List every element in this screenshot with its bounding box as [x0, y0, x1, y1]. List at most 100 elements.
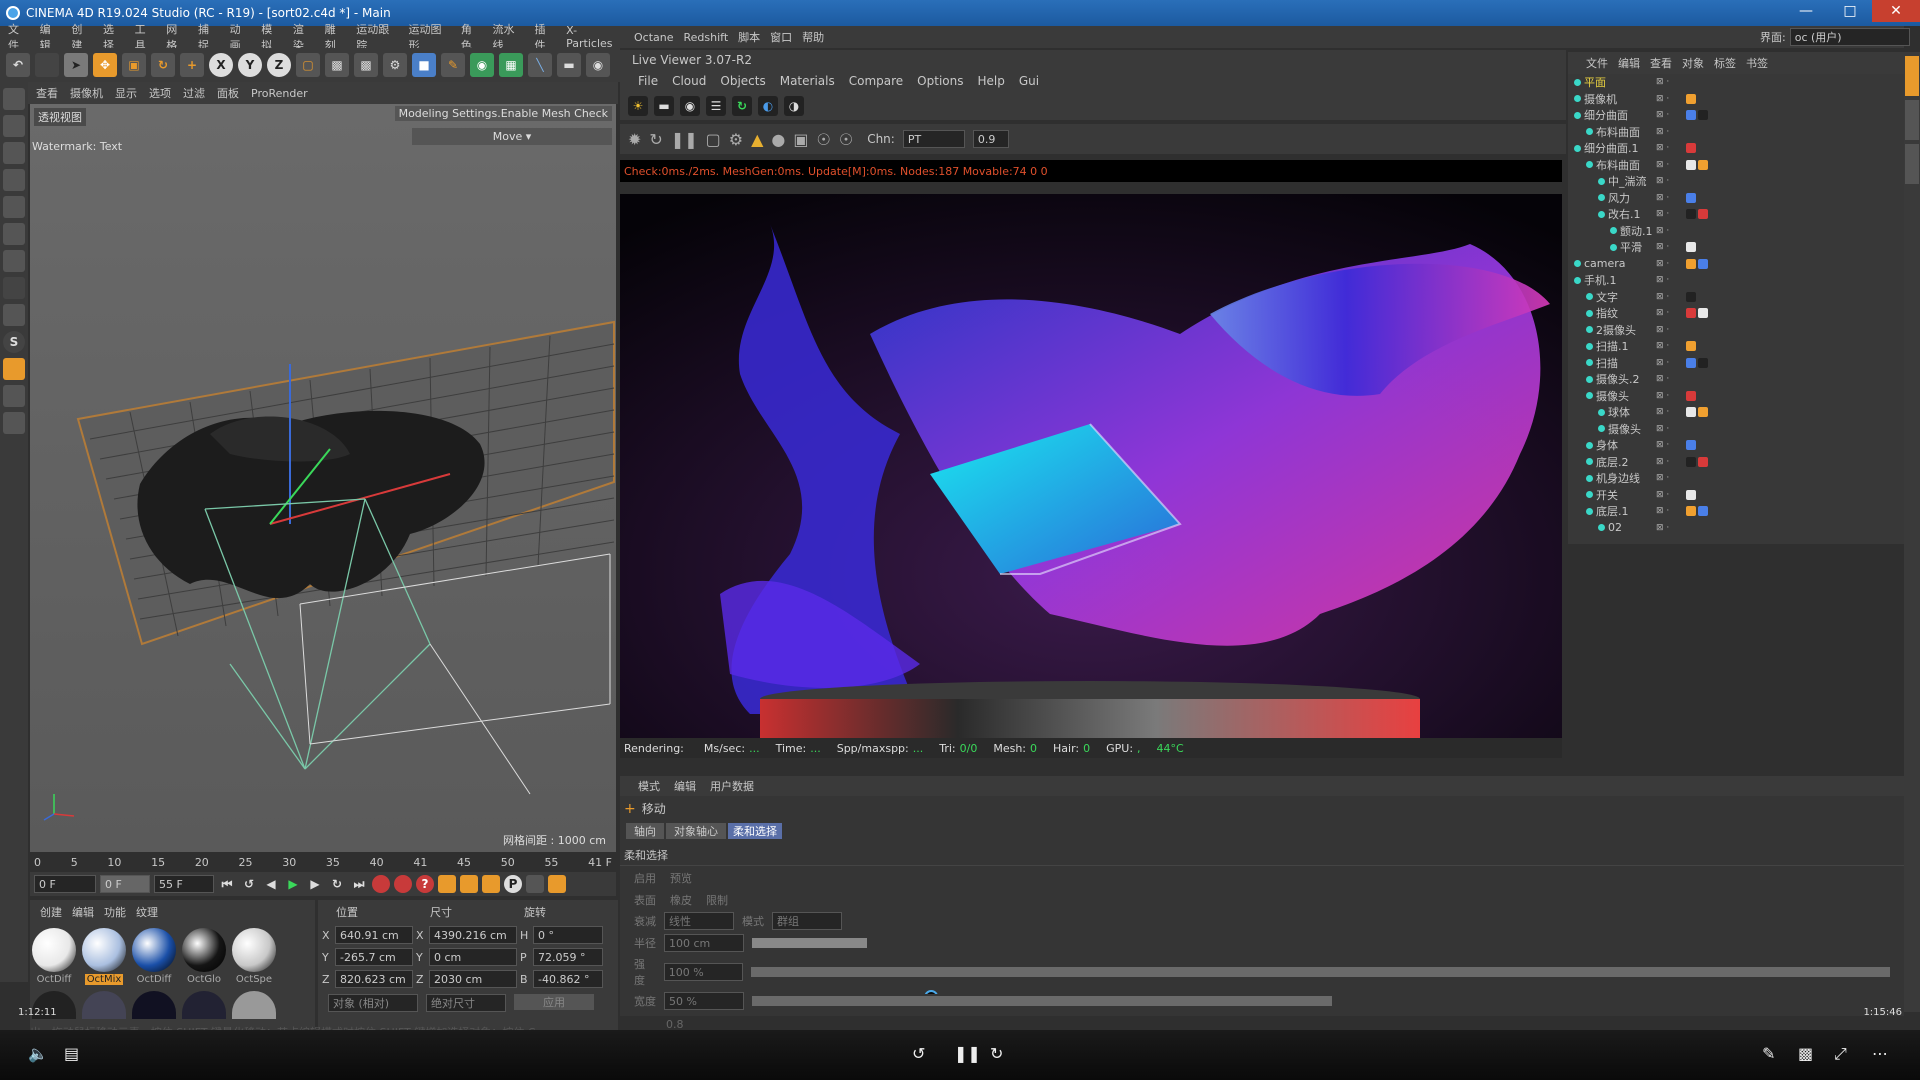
viewport-menu-item[interactable]: 选项	[149, 85, 171, 101]
send-scene-icon[interactable]: ✹	[628, 130, 641, 149]
viewport-menu-item[interactable]: 面板	[217, 85, 239, 101]
y-axis-icon[interactable]: Y	[238, 53, 262, 77]
tag-icon[interactable]	[1698, 357, 1708, 368]
visibility-flags[interactable]: ⊠ ·	[1656, 341, 1669, 351]
undo-icon[interactable]: ↶	[6, 53, 30, 77]
visibility-flags[interactable]: ⊠ ·	[1656, 473, 1669, 483]
z-axis-icon[interactable]: Z	[267, 53, 291, 77]
pause-icon[interactable]: ❚❚	[954, 1044, 981, 1063]
pen-icon[interactable]: ✎	[441, 53, 465, 77]
channel-dropdown[interactable]: PT	[902, 130, 965, 148]
visibility-flags[interactable]: ⊠ ·	[1656, 160, 1669, 170]
x-axis-icon[interactable]: X	[209, 53, 233, 77]
grid-icon[interactable]	[3, 385, 25, 407]
tag-icon[interactable]	[1686, 407, 1696, 418]
material-thumb[interactable]	[82, 991, 126, 1019]
object-row[interactable]: 中_湍流 ⊠ ·	[1568, 173, 1904, 190]
object-row[interactable]: camera ⊠ ·	[1568, 256, 1904, 273]
coord-field[interactable]: 640.91 cm	[335, 926, 413, 944]
object-row[interactable]: 细分曲面.1 ⊠ ·	[1568, 140, 1904, 157]
object-row[interactable]: 扫描 ⊠ ·	[1568, 355, 1904, 372]
visibility-flags[interactable]: ⊠ ·	[1656, 308, 1669, 318]
object-row[interactable]: 底层.2 ⊠ ·	[1568, 454, 1904, 471]
live-viewer-menu-item[interactable]: Cloud	[672, 74, 706, 88]
channel-value[interactable]: 0.9	[972, 130, 1009, 148]
material-menu-item[interactable]: 纹理	[136, 904, 158, 920]
min-frame-field[interactable]: 0 F	[100, 875, 150, 893]
material-menu-item[interactable]: 创建	[40, 904, 62, 920]
object-row[interactable]: 布料曲面 ⊠ ·	[1568, 124, 1904, 141]
width-slider[interactable]	[752, 996, 1332, 1006]
eye-icon[interactable]: ◉	[680, 96, 700, 116]
tag-icon[interactable]	[1698, 407, 1708, 418]
viewport-menu-item[interactable]: 查看	[36, 85, 58, 101]
key-pla-icon[interactable]	[526, 875, 544, 893]
live-viewer-menu-item[interactable]: Objects	[720, 74, 765, 88]
region-icon[interactable]: ▢	[706, 130, 721, 149]
visibility-flags[interactable]: ⊠ ·	[1656, 259, 1669, 269]
tag-icon[interactable]	[1686, 506, 1696, 517]
timeline-tick[interactable]: 20	[195, 856, 209, 869]
attributes-menu-item[interactable]: 模式	[638, 778, 660, 794]
attr-tab[interactable]: 对象轴心	[666, 823, 726, 839]
select-arrow-icon[interactable]: ➤	[64, 53, 88, 77]
radius-field[interactable]: 100 cm	[664, 934, 744, 952]
object-menu-item[interactable]: 对象	[1682, 55, 1704, 71]
tag-icon[interactable]	[1698, 506, 1708, 517]
pick-focus-icon[interactable]: ☉	[817, 130, 831, 149]
key-help-icon[interactable]: ?	[416, 875, 434, 893]
visibility-flags[interactable]: ⊠ ·	[1656, 391, 1669, 401]
object-menu-item[interactable]: 编辑	[1618, 55, 1640, 71]
step-forward-icon[interactable]: ▶	[306, 875, 324, 893]
object-row[interactable]: 平滑 ⊠ ·	[1568, 239, 1904, 256]
objects-dock-tab[interactable]	[1905, 56, 1919, 96]
timeline-tick[interactable]: 25	[239, 856, 253, 869]
content-dock-tab[interactable]	[1905, 100, 1919, 140]
render-picture-icon[interactable]: ▩	[354, 53, 378, 77]
tag-icon[interactable]	[1686, 209, 1696, 220]
points-mode-icon[interactable]	[3, 196, 25, 218]
apply-button[interactable]: 应用	[514, 994, 594, 1010]
timeline-tick[interactable]: 41 F	[588, 856, 612, 869]
rubber-checkbox[interactable]: 橡皮	[670, 892, 692, 908]
visibility-flags[interactable]: ⊠ ·	[1656, 292, 1669, 302]
object-row[interactable]: 摄像头.2 ⊠ ·	[1568, 371, 1904, 388]
key-rotation-icon[interactable]	[482, 875, 500, 893]
tag-icon[interactable]	[1686, 357, 1696, 368]
timeline-window-icon[interactable]	[548, 875, 566, 893]
visibility-flags[interactable]: ⊠ ·	[1656, 523, 1669, 533]
menu-item[interactable]: X-Particles	[566, 24, 620, 50]
sphere-icon[interactable]: ●	[771, 130, 785, 149]
tag-icon[interactable]	[1686, 341, 1696, 352]
coordinate-system-icon[interactable]: ▢	[296, 53, 320, 77]
camera-icon[interactable]: ◉	[586, 53, 610, 77]
preview-checkbox[interactable]: 预览	[670, 870, 692, 886]
visibility-flags[interactable]: ⊠ ·	[1656, 242, 1669, 252]
tag-icon[interactable]	[1686, 440, 1696, 451]
video-progress-bar[interactable]	[0, 990, 1920, 994]
render-settings-icon[interactable]: ⚙	[383, 53, 407, 77]
timeline-ruler[interactable]: 0 5 10 15 20 25 30 35 40 41 45 50 55 41 F	[30, 852, 616, 872]
coord-mode-dropdown[interactable]: 对象 (相对)	[328, 994, 418, 1012]
close-button[interactable]: ✕	[1872, 0, 1920, 22]
prev-key-icon[interactable]: ↺	[240, 875, 258, 893]
tag-icon[interactable]	[1698, 110, 1708, 121]
material-thumb[interactable]	[182, 991, 226, 1019]
lock-render-icon[interactable]: ▲	[751, 130, 763, 149]
material-menu-item[interactable]: 功能	[104, 904, 126, 920]
tag-icon[interactable]	[1698, 308, 1708, 319]
surface-checkbox[interactable]: 表面	[634, 892, 656, 908]
redo-icon[interactable]	[35, 53, 59, 77]
tag-icon[interactable]	[1686, 291, 1696, 302]
visibility-flags[interactable]: ⊠ ·	[1656, 506, 1669, 516]
tag-icon[interactable]	[1686, 456, 1696, 467]
end-frame-field[interactable]: 55 F	[154, 875, 214, 893]
object-row[interactable]: 风力 ⊠ ·	[1568, 190, 1904, 207]
coord-field[interactable]: 0 °	[533, 926, 603, 944]
structure-dock-tab[interactable]	[1905, 144, 1919, 184]
gear-icon[interactable]: ⚙	[729, 130, 743, 149]
pause-render-icon[interactable]: ❚❚	[671, 130, 698, 149]
move-tool-icon[interactable]: ✥	[93, 53, 117, 77]
timeline-tick[interactable]: 5	[71, 856, 78, 869]
object-row[interactable]: 开关 ⊠ ·	[1568, 487, 1904, 504]
